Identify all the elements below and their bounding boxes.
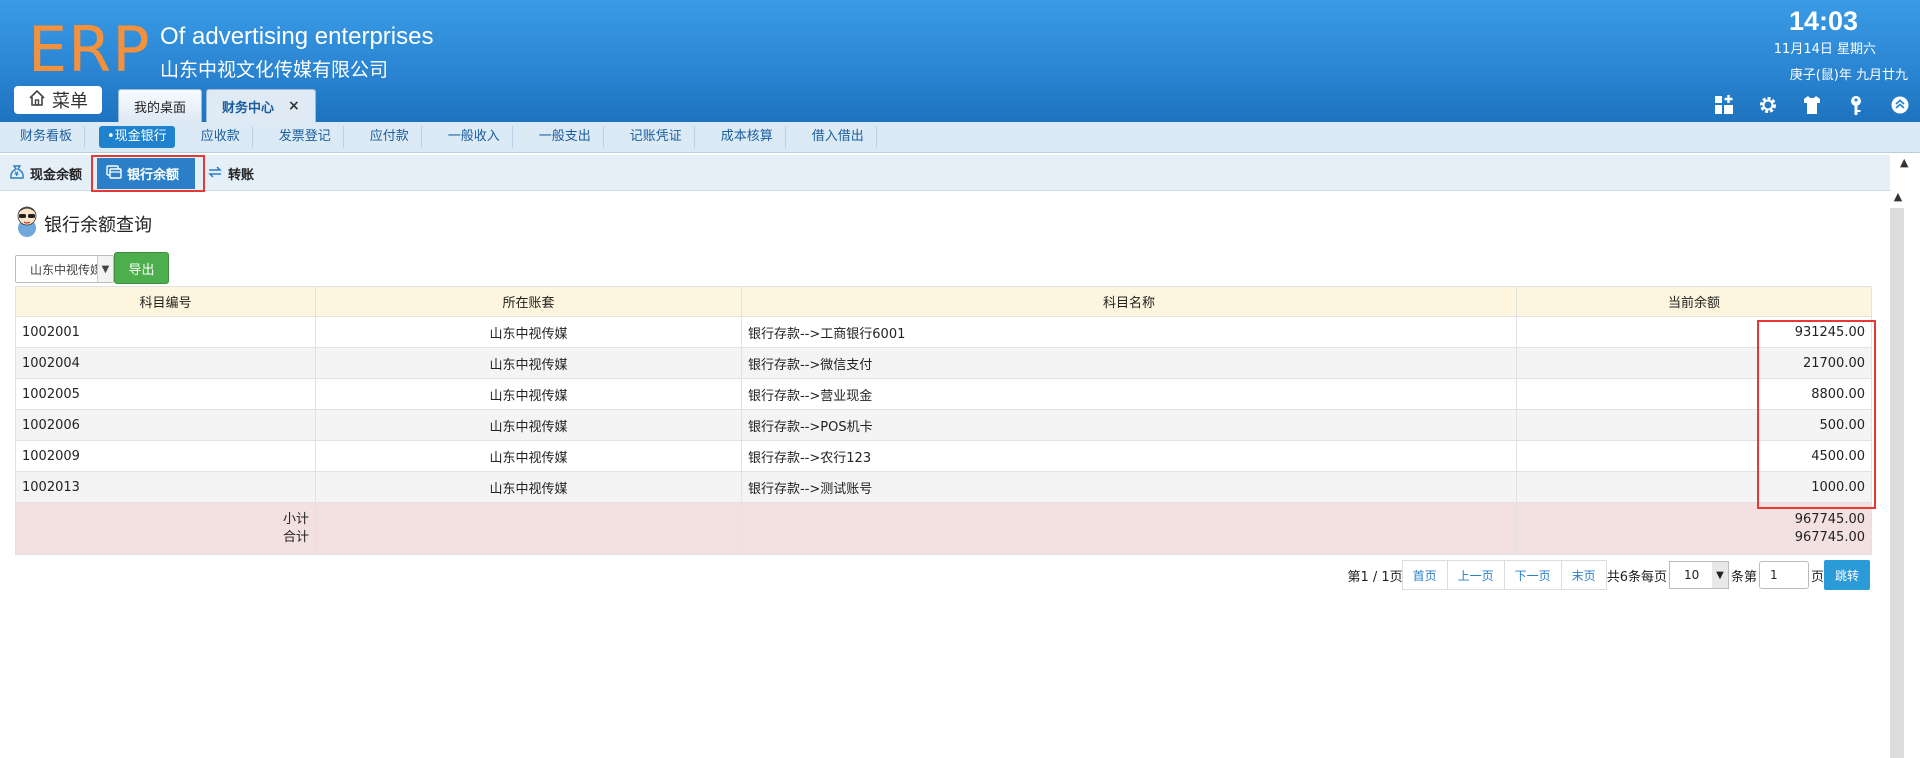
window-tabs: 我的桌面 财务中心 × bbox=[118, 89, 316, 122]
subnav-cash-balance[interactable]: ¥ 现金余额 bbox=[0, 158, 90, 189]
scrollbar-track[interactable] bbox=[1890, 208, 1904, 758]
col-header-book[interactable]: 所在账套 bbox=[315, 286, 742, 317]
module-invoice-register[interactable]: 发票登记 bbox=[267, 126, 344, 148]
clock-time: 14:03 bbox=[1788, 6, 1858, 36]
module-payables[interactable]: 应付款 bbox=[358, 126, 422, 148]
cell-book: 山东中视传媒 bbox=[315, 378, 742, 410]
cell-code: 1002009 bbox=[15, 440, 316, 472]
module-receivables[interactable]: 应收款 bbox=[189, 126, 253, 148]
page-info: 第1 / 1页 bbox=[1347, 569, 1403, 585]
lunar-date: 庚子(鼠)年 九月廿九 bbox=[1789, 68, 1908, 83]
money-bag-icon: ¥ bbox=[8, 163, 26, 185]
highlight-box-balances bbox=[1757, 320, 1876, 509]
menu-label: 菜单 bbox=[52, 91, 88, 112]
col-header-balance[interactable]: 当前余额 bbox=[1516, 286, 1872, 317]
cell-code: 1002005 bbox=[15, 378, 316, 410]
cell-code: 1002004 bbox=[15, 347, 316, 379]
close-icon[interactable]: × bbox=[288, 98, 300, 114]
svg-text:¥: ¥ bbox=[15, 171, 20, 178]
chevron-down-icon: ▼ bbox=[1711, 562, 1728, 588]
export-button[interactable]: 导出 bbox=[114, 252, 169, 284]
scroll-up-arrow-icon-inner[interactable]: ▲ bbox=[1890, 190, 1906, 206]
next-page-button[interactable]: 下一页 bbox=[1503, 560, 1562, 590]
subtotal-value: 967745.00 bbox=[1794, 511, 1865, 527]
mascot-icon bbox=[14, 204, 40, 243]
summary-labels: 小计 合计 bbox=[15, 502, 316, 555]
col-header-name[interactable]: 科目名称 bbox=[741, 286, 1517, 317]
subnav-transfer[interactable]: 转账 bbox=[198, 158, 262, 189]
total-info: 共6条每页 bbox=[1606, 569, 1667, 585]
summary-values: 967745.00 967745.00 bbox=[1516, 502, 1872, 555]
module-nav: 财务看板 •现金银行 应收款 发票登记 应付款 一般收入 一般支出 记账凭证 成… bbox=[0, 122, 1920, 153]
cell-book: 山东中视传媒 bbox=[315, 409, 742, 441]
module-cash-bank[interactable]: •现金银行 bbox=[99, 126, 175, 148]
add-widget-icon[interactable] bbox=[1712, 93, 1736, 117]
page-number-input[interactable]: 1 bbox=[1758, 561, 1809, 589]
per-suffix: 条第 bbox=[1730, 569, 1757, 585]
total-label: 合计 bbox=[282, 529, 309, 545]
table-row[interactable]: 1002001 山东中视传媒 银行存款-->工商银行6001 931245.00 bbox=[15, 316, 1872, 348]
erp-logo: ERP bbox=[28, 13, 151, 86]
collapse-up-icon[interactable] bbox=[1888, 93, 1912, 117]
table-row[interactable]: 1002004 山东中视传媒 银行存款-->微信支付 21700.00 bbox=[15, 347, 1872, 379]
cell-name: 银行存款-->微信支付 bbox=[741, 347, 1517, 379]
module-finance-board[interactable]: 财务看板 bbox=[8, 126, 86, 148]
cell-name: 银行存款-->测试账号 bbox=[741, 471, 1517, 503]
total-value: 967745.00 bbox=[1794, 529, 1865, 545]
shirt-icon[interactable] bbox=[1800, 93, 1824, 117]
company-name-en: Of advertising enterprises bbox=[160, 23, 434, 50]
cell-code: 1002001 bbox=[15, 316, 316, 348]
page-title: 银行余额查询 bbox=[14, 204, 152, 243]
cell-name: 银行存款-->POS机卡 bbox=[741, 409, 1517, 441]
first-page-button[interactable]: 首页 bbox=[1401, 560, 1448, 590]
transfer-arrows-icon bbox=[206, 163, 224, 185]
page-size-select[interactable]: 10 ▼ bbox=[1668, 561, 1729, 589]
pagination: 第1 / 1页 首页 上一页 下一页 末页 共6条每页 10 ▼ 条第 1 页 … bbox=[1347, 560, 1870, 590]
table-header-row: 科目编号 所在账套 科目名称 当前余额 bbox=[15, 286, 1872, 317]
tab-my-desktop[interactable]: 我的桌面 bbox=[118, 89, 203, 122]
module-general-expense[interactable]: 一般支出 bbox=[527, 126, 604, 148]
module-vouchers[interactable]: 记账凭证 bbox=[618, 126, 695, 148]
sub-nav: ¥ 现金余额 银行余额 转账 bbox=[0, 155, 1890, 191]
company-name-cn: 山东中视文化传媒有限公司 bbox=[160, 59, 389, 81]
app-header: ERP Of advertising enterprises 山东中视文化传媒有… bbox=[0, 0, 1920, 122]
tab-finance-center[interactable]: 财务中心 × bbox=[206, 89, 316, 122]
table-row[interactable]: 1002005 山东中视传媒 银行存款-->营业现金 8800.00 bbox=[15, 378, 1872, 410]
summary-empty-cell bbox=[315, 502, 742, 555]
module-borrow-lend[interactable]: 借入借出 bbox=[800, 126, 877, 148]
cell-book: 山东中视传媒 bbox=[315, 316, 742, 348]
go-page-button[interactable]: 跳转 bbox=[1824, 560, 1870, 590]
table-row[interactable]: 1002006 山东中视传媒 银行存款-->POS机卡 500.00 bbox=[15, 409, 1872, 441]
page-suffix: 页 bbox=[1810, 569, 1824, 585]
gear-icon[interactable] bbox=[1756, 93, 1780, 117]
prev-page-button[interactable]: 上一页 bbox=[1446, 560, 1505, 590]
account-book-select[interactable]: 山东中视传媒 ▼ bbox=[15, 255, 114, 283]
module-general-income[interactable]: 一般收入 bbox=[436, 126, 513, 148]
clock-date: 11月14日 星期六 bbox=[1773, 42, 1876, 57]
menu-button[interactable]: 菜单 bbox=[14, 86, 102, 114]
module-cost-accounting[interactable]: 成本核算 bbox=[709, 126, 786, 148]
chevron-down-icon: ▼ bbox=[97, 256, 113, 282]
cell-name: 银行存款-->营业现金 bbox=[741, 378, 1517, 410]
cell-name: 银行存款-->工商银行6001 bbox=[741, 316, 1517, 348]
subtotal-label: 小计 bbox=[282, 511, 309, 527]
scroll-up-arrow-icon[interactable]: ▲ bbox=[1900, 156, 1908, 169]
cell-book: 山东中视传媒 bbox=[315, 471, 742, 503]
cell-code: 1002013 bbox=[15, 471, 316, 503]
key-icon[interactable] bbox=[1844, 93, 1868, 117]
summary-empty-cell bbox=[741, 502, 1517, 555]
table-row[interactable]: 1002013 山东中视传媒 银行存款-->测试账号 1000.00 bbox=[15, 471, 1872, 503]
cell-name: 银行存款-->农行123 bbox=[741, 440, 1517, 472]
cell-book: 山东中视传媒 bbox=[315, 347, 742, 379]
bank-balance-table: 科目编号 所在账套 科目名称 当前余额 1002001 山东中视传媒 银行存款-… bbox=[15, 286, 1872, 555]
last-page-button[interactable]: 末页 bbox=[1560, 560, 1607, 590]
cell-code: 1002006 bbox=[15, 409, 316, 441]
col-header-code[interactable]: 科目编号 bbox=[15, 286, 316, 317]
highlight-box-bank-tab bbox=[91, 155, 205, 192]
cell-book: 山东中视传媒 bbox=[315, 440, 742, 472]
summary-row: 小计 合计 967745.00 967745.00 bbox=[15, 502, 1872, 555]
header-toolbar bbox=[1712, 93, 1912, 117]
table-row[interactable]: 1002009 山东中视传媒 银行存款-->农行123 4500.00 bbox=[15, 440, 1872, 472]
home-icon bbox=[28, 89, 46, 112]
